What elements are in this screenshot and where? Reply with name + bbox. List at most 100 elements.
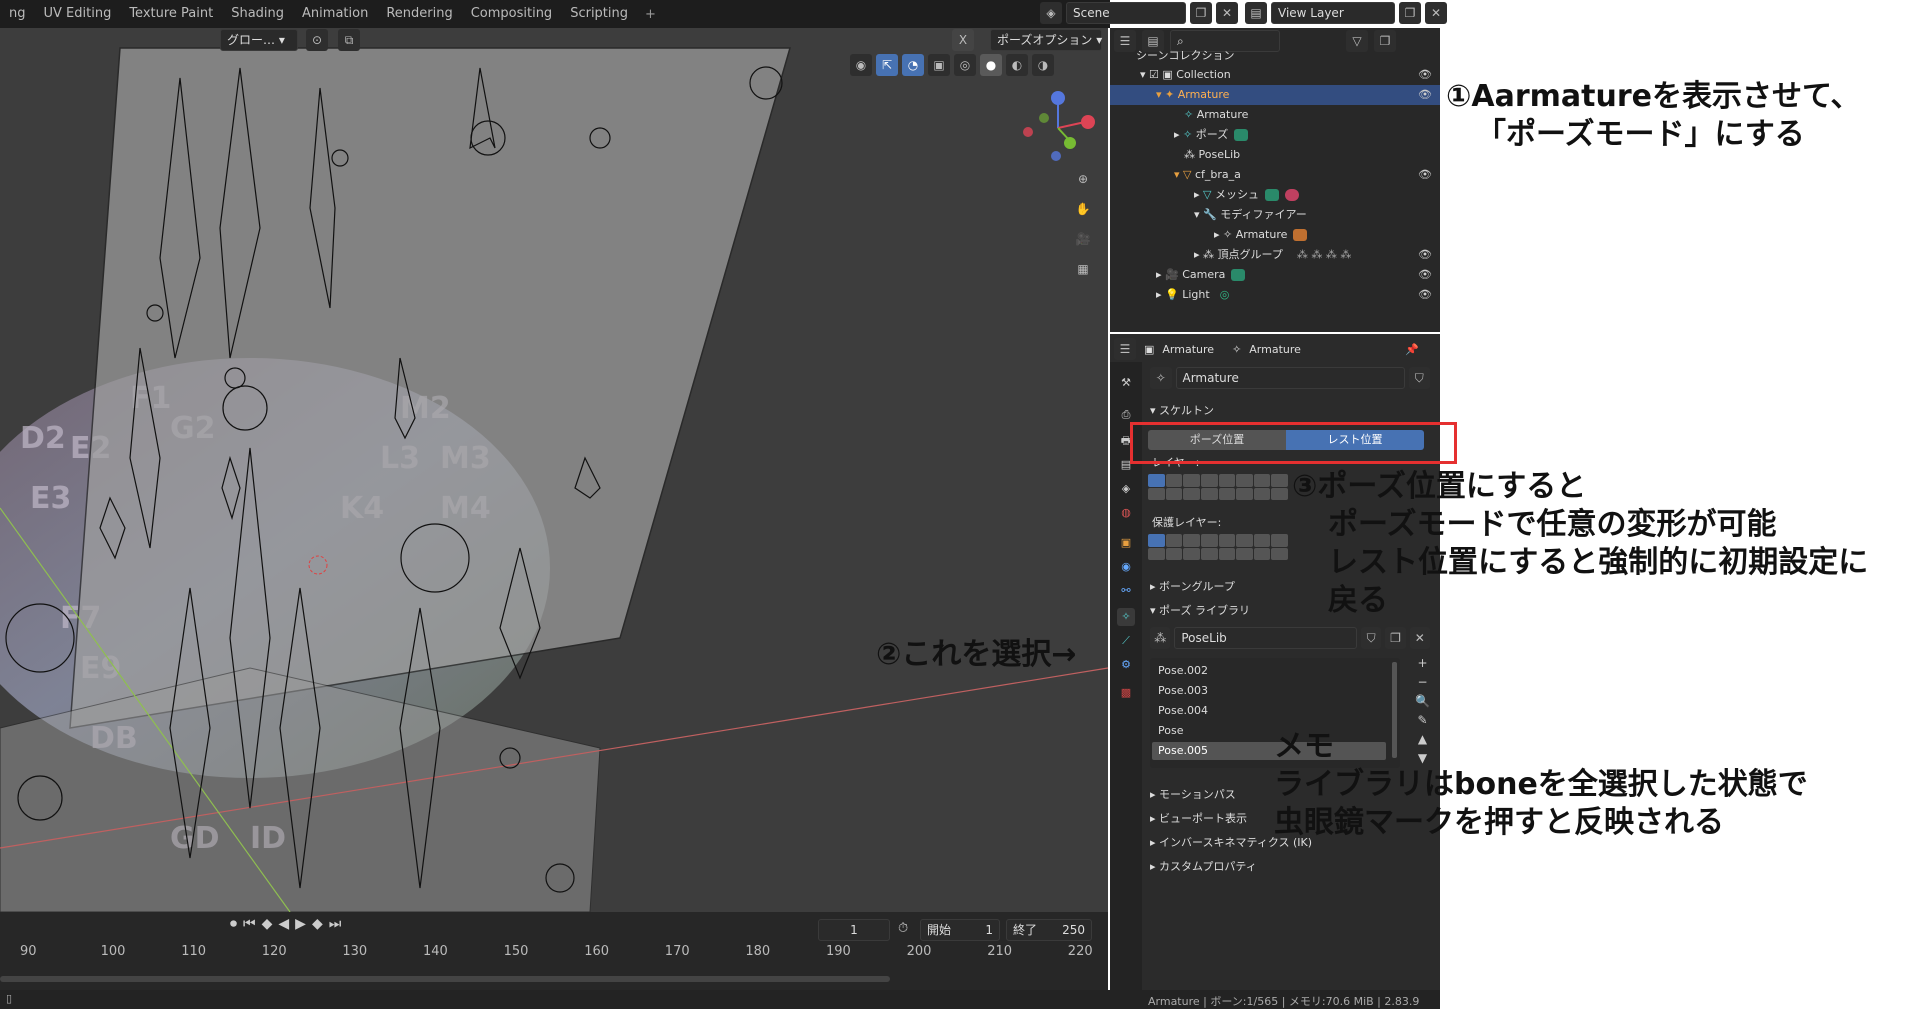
layer-cell[interactable]	[1183, 534, 1200, 547]
layer-cell[interactable]	[1183, 547, 1200, 560]
fake-user-shield-icon[interactable]: ⛉	[1408, 367, 1430, 389]
new-view-layer-icon[interactable]: ❐	[1399, 2, 1421, 24]
layer-cell[interactable]	[1165, 534, 1183, 547]
layer-cell[interactable]	[1271, 547, 1288, 560]
layer-cell[interactable]	[1200, 487, 1218, 500]
play-reverse-icon[interactable]: ◀	[278, 916, 289, 932]
eye-icon[interactable]: 👁	[1418, 165, 1432, 185]
custom-properties-panel-header[interactable]: ▸ カスタムプロパティ	[1150, 858, 1257, 874]
bone-constraint-tab-icon[interactable]: ⚙	[1117, 656, 1135, 674]
layer-cell[interactable]	[1271, 487, 1288, 500]
layer-cell[interactable]	[1183, 487, 1200, 500]
next-keyframe-icon[interactable]: ◆	[312, 916, 323, 932]
bone-groups-panel-header[interactable]: ▸ ボーングループ	[1150, 578, 1235, 594]
pan-hand-icon[interactable]: ✋	[1072, 198, 1094, 220]
poselib-fake-user-icon[interactable]: ⛉	[1360, 627, 1382, 649]
workspace-tab-uv-editing[interactable]: UV Editing	[35, 0, 121, 28]
view-layer-selector-icon[interactable]: ▤	[1245, 2, 1267, 24]
layer-cell[interactable]	[1148, 547, 1165, 560]
outliner-row-poselib[interactable]: ⁂ PoseLib	[1110, 145, 1440, 165]
pose-list-item[interactable]: Pose.002	[1158, 664, 1208, 677]
workspace-tab-animation[interactable]: Animation	[293, 0, 377, 28]
bone-tab-icon[interactable]: ⟋	[1117, 632, 1135, 650]
outliner-row-cf-bra-a[interactable]: ▾ ▽ cf_bra_a 👁	[1110, 165, 1440, 185]
tool-tab-icon[interactable]: ⚒	[1117, 374, 1135, 392]
eye-icon[interactable]: 👁	[1418, 265, 1432, 285]
end-frame-field[interactable]: 終了 250	[1006, 919, 1092, 941]
delete-view-layer-icon[interactable]: ✕	[1425, 2, 1447, 24]
jump-start-icon[interactable]: ⏮	[243, 916, 256, 932]
layer-cell[interactable]	[1165, 474, 1183, 487]
constraints-tab-icon[interactable]: ⚯	[1117, 582, 1135, 600]
layer-cell[interactable]	[1253, 547, 1271, 560]
workspace-tab-scripting[interactable]: Scripting	[561, 0, 637, 28]
layer-cell[interactable]	[1253, 487, 1271, 500]
3d-viewport[interactable]: D2E2F1 G2M2M3 L3E3M4 K4F7E9 DBGDID	[0, 28, 1108, 912]
properties-editor-type-icon[interactable]: ☰	[1114, 338, 1136, 360]
bone-layers-grid[interactable]	[1148, 474, 1288, 500]
add-pose-icon[interactable]: +	[1417, 656, 1427, 670]
layer-cell[interactable]	[1253, 534, 1271, 547]
add-workspace-icon[interactable]: +	[637, 7, 664, 22]
timeline-scrollbar[interactable]	[0, 976, 890, 982]
layer-cell[interactable]	[1218, 547, 1236, 560]
armature-datablock-icon[interactable]: ✧	[1150, 367, 1172, 389]
layer-cell[interactable]	[1200, 534, 1218, 547]
layer-cell[interactable]	[1236, 534, 1253, 547]
layer-cell[interactable]	[1165, 487, 1183, 500]
eye-icon[interactable]: 👁	[1418, 65, 1432, 85]
pose-list-item[interactable]: Pose.003	[1158, 684, 1208, 697]
rendered-shading-icon[interactable]: ◑	[1032, 54, 1054, 76]
visibility-icon[interactable]: ◉	[850, 54, 872, 76]
poselib-unlink-icon[interactable]: ✕	[1409, 627, 1431, 649]
protected-layers-grid[interactable]	[1148, 534, 1288, 560]
mirror-x-toggle[interactable]: X	[952, 29, 974, 51]
viewport-display-panel-header[interactable]: ▸ ビューポート表示	[1150, 810, 1247, 826]
eye-icon[interactable]: 👁	[1418, 285, 1432, 305]
layer-cell[interactable]	[1236, 547, 1253, 560]
motion-paths-panel-header[interactable]: ▸ モーションパス	[1150, 786, 1236, 802]
layer-cell[interactable]	[1271, 474, 1288, 487]
scene-name-field[interactable]: Scene	[1066, 2, 1186, 24]
xray-icon[interactable]: ▣	[928, 54, 950, 76]
armature-datablock-field[interactable]: Armature	[1175, 367, 1405, 389]
eye-icon[interactable]: 👁	[1418, 245, 1432, 265]
workspace-tab-shading[interactable]: Shading	[222, 0, 293, 28]
object-tab-icon[interactable]: ▣	[1117, 534, 1135, 552]
wireframe-shading-icon[interactable]: ◎	[954, 54, 976, 76]
layer-cell[interactable]	[1148, 487, 1165, 500]
layer-cell[interactable]	[1236, 474, 1253, 487]
gizmo-toggle-icon[interactable]: ⇱	[876, 54, 898, 76]
layer-cell[interactable]	[1253, 474, 1271, 487]
layer-cell[interactable]	[1165, 547, 1183, 560]
layer-cell[interactable]	[1200, 547, 1218, 560]
rename-pose-icon[interactable]: ✎	[1417, 713, 1427, 727]
layer-cell[interactable]	[1183, 474, 1200, 487]
layer-cell[interactable]	[1218, 534, 1236, 547]
pose-options-dropdown[interactable]: ポーズオプション ▾	[990, 29, 1102, 51]
record-icon[interactable]: ⏺	[230, 916, 237, 932]
outliner-row-collection[interactable]: ▾ ☑ ▣ Collection 👁	[1110, 65, 1440, 85]
poselib-datablock-icon[interactable]: ⁂	[1150, 627, 1171, 649]
armature-data-tab-icon[interactable]: ✧	[1117, 608, 1135, 626]
jump-end-icon[interactable]: ⏭	[329, 916, 342, 932]
workspace-tab-rendering[interactable]: Rendering	[377, 0, 461, 28]
scene-collection-row[interactable]: シーンコレクション	[1110, 46, 1440, 66]
start-frame-field[interactable]: 開始 1	[920, 919, 1000, 941]
poselib-copy-icon[interactable]: ❐	[1385, 627, 1406, 649]
layer-cell[interactable]	[1200, 474, 1218, 487]
prev-keyframe-icon[interactable]: ◆	[262, 916, 273, 932]
outliner-row-mesh[interactable]: ▸ ▽ メッシュ	[1110, 185, 1440, 205]
transform-orientation-dropdown[interactable]: グロー… ▾	[220, 29, 298, 51]
outliner-row-armature-modifier[interactable]: ▸ ✧ Armature	[1110, 225, 1440, 245]
frame-ruler[interactable]: 90 100 110 120 130 140 150 160 170 180 190 200 210 22…	[0, 944, 1108, 964]
play-icon[interactable]: ▶	[295, 916, 306, 932]
layer-cell[interactable]	[1271, 534, 1288, 547]
zoom-icon[interactable]: ⊕	[1072, 168, 1094, 190]
layer-cell[interactable]	[1218, 474, 1236, 487]
snap-icon[interactable]: ⧉	[338, 29, 360, 51]
remove-pose-icon[interactable]: −	[1417, 675, 1427, 689]
skeleton-panel-header[interactable]: ▾ スケルトン	[1150, 402, 1214, 418]
outliner-row-vertex-groups[interactable]: ▸ ⁂ 頂点グループ ⁂ ⁂ ⁂ ⁂ 👁	[1110, 245, 1440, 265]
pose-library-panel-header[interactable]: ▾ ポーズ ライブラリ	[1150, 602, 1250, 618]
